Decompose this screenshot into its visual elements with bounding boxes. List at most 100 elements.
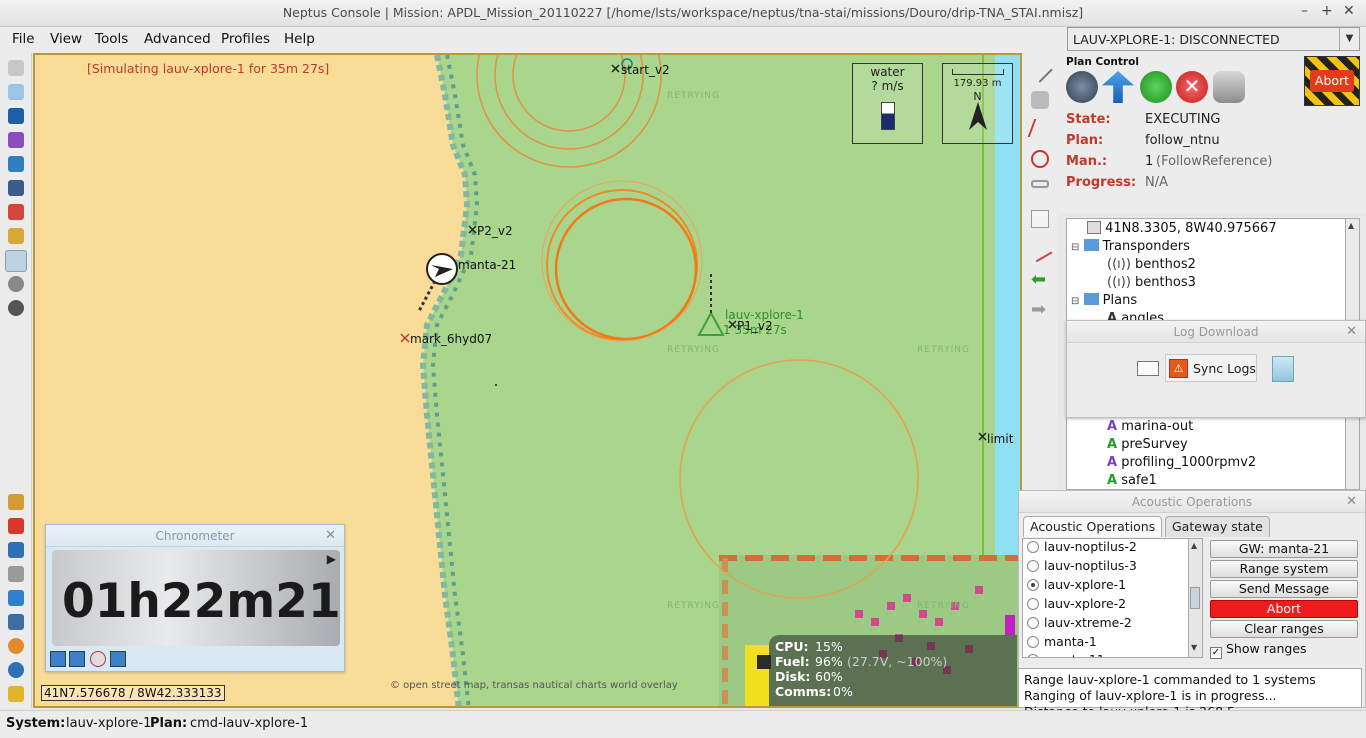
marker-manta-label[interactable]: manta-21 [458, 258, 516, 272]
tab-gateway-state[interactable]: Gateway state [1165, 516, 1270, 537]
system-option[interactable]: manta-11 [1027, 652, 1105, 657]
tab-acoustic-operations[interactable]: Acoustic Operations [1023, 516, 1163, 537]
start-icon[interactable] [50, 651, 66, 667]
menu-file[interactable]: File [12, 31, 35, 47]
tool-plan-icon[interactable] [8, 132, 24, 148]
tool-settings-icon[interactable] [8, 60, 24, 76]
radio-icon[interactable] [1027, 560, 1039, 572]
rectangle-icon[interactable] [1031, 210, 1049, 228]
teleoperation-icon[interactable] [1213, 71, 1245, 103]
redo-icon[interactable]: ➡ [1031, 301, 1049, 319]
tool-list-icon[interactable] [8, 614, 24, 630]
marker-start-label[interactable]: start_v2 [621, 63, 670, 77]
tool-layers-icon[interactable] [8, 686, 24, 702]
collapse-icon[interactable]: ⊟ [1071, 242, 1079, 253]
pause-icon[interactable] [69, 651, 85, 667]
menu-profiles[interactable]: Profiles [221, 31, 270, 47]
menu-view[interactable]: View [50, 31, 82, 47]
scroll-thumb[interactable] [1190, 587, 1200, 609]
radio-icon[interactable] [1027, 654, 1039, 657]
polyline-icon[interactable] [1027, 119, 1053, 137]
tree-item-home[interactable]: 41N8.3305, 8W40.975667 [1087, 221, 1277, 236]
minimize-icon[interactable]: – [1301, 3, 1308, 19]
system-option[interactable]: lauv-xplore-2 [1027, 596, 1126, 611]
radio-icon[interactable] [1027, 636, 1039, 648]
system-option[interactable]: lauv-xtreme-2 [1027, 615, 1132, 630]
tree-item-benthos2[interactable]: ((ı)) benthos2 [1107, 257, 1196, 272]
send-plan-icon[interactable] [1102, 71, 1134, 103]
tool-globe-icon[interactable] [8, 156, 24, 172]
play-icon[interactable]: ▶ [327, 552, 336, 566]
zoom-in-icon[interactable] [1031, 150, 1049, 168]
radio-icon[interactable] [1027, 541, 1039, 553]
radio-icon[interactable] [1027, 598, 1039, 610]
tool-play-icon[interactable] [8, 542, 24, 558]
up-icon[interactable] [110, 651, 126, 667]
undo-icon[interactable]: ⬅ [1031, 271, 1049, 289]
tree-item-benthos3[interactable]: ((ı)) benthos3 [1107, 275, 1196, 290]
tool-link-icon[interactable] [8, 84, 24, 100]
tool-vehicle-icon[interactable] [8, 180, 24, 196]
tool-location-icon[interactable] [8, 638, 24, 654]
marker-mark-label[interactable]: mark_6hyd07 [410, 332, 492, 346]
acoustic-system-list[interactable]: lauv-noptilus-2 lauv-noptilus-3 lauv-xpl… [1022, 538, 1189, 658]
range-system-button[interactable]: Range system [1210, 560, 1358, 578]
send-message-button[interactable]: Send Message [1210, 580, 1358, 598]
tree-item-marina-out[interactable]: A marina-out [1107, 419, 1193, 434]
tool-target-icon[interactable] [8, 300, 24, 316]
download-icon[interactable] [1272, 356, 1294, 382]
tool-square-icon[interactable] [8, 108, 24, 124]
tool-pin-icon[interactable] [8, 518, 24, 534]
scroll-up-icon[interactable]: ▲ [1191, 541, 1197, 550]
abort-button[interactable]: Abort [1304, 56, 1360, 106]
tree-item-plans[interactable]: ⊟ Plans [1071, 293, 1137, 308]
stop-plan-icon[interactable]: ✕ [1176, 71, 1208, 103]
tool-map-icon[interactable] [5, 250, 27, 272]
menu-advanced[interactable]: Advanced [144, 31, 211, 47]
scroll-up-icon[interactable]: ▲ [1348, 221, 1357, 230]
tree-item-safe1[interactable]: A safe1 [1107, 473, 1157, 488]
clear-ranges-button[interactable]: Clear ranges [1210, 620, 1358, 638]
tree-item-profiling[interactable]: A profiling_1000rpmv2 [1107, 455, 1256, 470]
tree-item-presurvey[interactable]: A preSurvey [1107, 437, 1188, 452]
tree-item-transponders[interactable]: ⊟ Transponders [1071, 239, 1190, 254]
tool-keyboard-icon[interactable] [8, 566, 24, 582]
chevron-down-icon[interactable]: ▼ [1339, 28, 1359, 50]
start-plan-icon[interactable] [1140, 71, 1172, 103]
radio-selected-icon[interactable] [1027, 579, 1039, 591]
radio-icon[interactable] [1027, 617, 1039, 629]
acoustic-list-scrollbar[interactable]: ▲ ▼ [1189, 538, 1203, 658]
reset-icon[interactable] [90, 651, 106, 667]
acoustic-abort-button[interactable]: Abort [1210, 600, 1358, 618]
system-option[interactable]: manta-1 [1027, 634, 1097, 649]
marker-p2-label[interactable]: P2_v2 [477, 224, 513, 238]
close-icon[interactable]: ✕ [325, 528, 336, 543]
menu-help[interactable]: Help [284, 31, 315, 47]
system-option-selected[interactable]: lauv-xplore-1 [1027, 577, 1126, 592]
antenna-icon[interactable] [1066, 71, 1098, 103]
sync-logs-button[interactable]: ⚠ Sync Logs [1165, 354, 1257, 382]
line-icon[interactable] [1027, 237, 1053, 263]
gateway-button[interactable]: GW: manta-21 [1210, 540, 1358, 558]
tool-document-icon[interactable] [8, 590, 24, 606]
menu-tools[interactable]: Tools [95, 31, 128, 47]
tool-eye-icon[interactable] [8, 276, 24, 292]
marker-limit-label[interactable]: limit [987, 432, 1013, 446]
system-selector[interactable]: LAUV-XPLORE-1: DISCONNECTED ▼ [1067, 27, 1360, 51]
close-icon[interactable]: ✕ [1346, 324, 1357, 339]
system-option[interactable]: lauv-noptilus-3 [1027, 558, 1137, 573]
show-ranges-checkbox[interactable]: ✓ Show ranges [1210, 641, 1307, 659]
system-option[interactable]: lauv-noptilus-2 [1027, 539, 1137, 554]
maximize-icon[interactable]: + [1321, 3, 1333, 19]
zoom-out-icon[interactable] [1031, 180, 1049, 188]
tool-lock-icon[interactable] [8, 228, 24, 244]
book-icon[interactable] [1137, 361, 1159, 376]
tool-wand-icon[interactable] [8, 494, 24, 510]
close-icon[interactable]: ✕ [1343, 3, 1355, 19]
pencil-icon[interactable] [1027, 57, 1053, 83]
checkbox-checked-icon[interactable]: ✓ [1210, 647, 1222, 659]
collapse-icon[interactable]: ⊟ [1071, 296, 1079, 307]
eraser-icon[interactable] [1031, 91, 1049, 109]
tool-edit-icon[interactable] [8, 204, 24, 220]
marker-p1-label[interactable]: P1_v2 [737, 319, 773, 333]
